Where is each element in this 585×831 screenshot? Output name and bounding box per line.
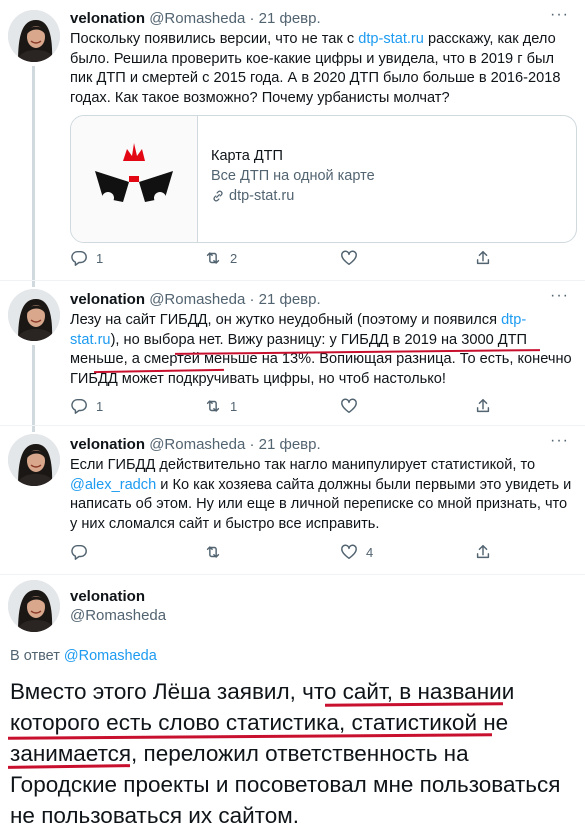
retweet-count: 2 (230, 250, 238, 266)
card-domain: dtp-stat.ru (229, 188, 295, 204)
reply-count: 1 (96, 398, 104, 414)
retweet-button[interactable]: 2 (204, 249, 237, 267)
reply-button[interactable] (70, 543, 96, 561)
tweet-date[interactable]: · 21 февр. (249, 10, 320, 27)
tweet-link[interactable]: dtp-stat.ru (358, 31, 424, 47)
like-icon (341, 250, 357, 266)
avatar[interactable] (8, 10, 60, 62)
thread-line (32, 345, 35, 425)
tweet-header: velonation @Romasheda (70, 588, 166, 624)
tweet-header: velonation @Romasheda · 21 февр. (70, 10, 321, 27)
user-handle[interactable]: @Romasheda (149, 10, 245, 27)
tweet-mention[interactable]: @alex_radch (70, 477, 156, 493)
tweet-text: Если ГИБДД действительно так нагло манип… (70, 456, 575, 534)
tweet-1[interactable]: velonation @Romasheda · 21 февр. ··· Пос… (0, 0, 585, 280)
retweet-icon (206, 400, 220, 412)
reply-count: 1 (96, 250, 104, 266)
thread-line (32, 281, 35, 287)
tweet-text-part: Если ГИБДД действительно так нагло манип… (70, 457, 536, 473)
tweet-date[interactable]: · 21 февр. (249, 291, 320, 308)
tweet-actions: 1 1 (70, 397, 510, 417)
more-icon[interactable]: ··· (550, 432, 569, 450)
reply-handle-link[interactable]: @Romasheda (64, 648, 157, 664)
reply-button[interactable]: 1 (70, 249, 103, 267)
thread-line (32, 66, 35, 280)
link-card[interactable]: Карта ДТП Все ДТП на одной карте dtp-sta… (70, 115, 577, 243)
like-count: 4 (366, 544, 374, 560)
more-icon[interactable]: ··· (550, 287, 569, 305)
share-button[interactable] (474, 249, 492, 267)
like-button[interactable] (340, 249, 366, 267)
thread-line (32, 426, 35, 432)
tweet-header: velonation @Romasheda · 21 февр. (70, 291, 321, 308)
tweet-2[interactable]: velonation @Romasheda · 21 февр. ··· Лез… (0, 281, 585, 425)
display-name[interactable]: velonation (70, 436, 145, 453)
card-domain-row: dtp-stat.ru (211, 186, 375, 206)
tweet-header: velonation @Romasheda · 21 февр. (70, 436, 321, 453)
user-handle[interactable]: @Romasheda (70, 607, 166, 624)
like-button[interactable] (340, 397, 366, 415)
retweet-button[interactable] (204, 543, 230, 561)
user-handle[interactable]: @Romasheda (149, 436, 245, 453)
card-title: Карта ДТП (211, 148, 283, 164)
share-icon (476, 250, 490, 265)
reply-icon (71, 544, 87, 560)
reply-context: В ответ @Romasheda (10, 648, 157, 664)
card-info: Карта ДТП Все ДТП на одной карте dtp-sta… (211, 146, 375, 206)
share-button[interactable] (474, 397, 492, 415)
reply-button[interactable]: 1 (70, 397, 103, 415)
avatar[interactable] (8, 434, 60, 486)
like-icon (341, 398, 357, 414)
display-name[interactable]: velonation (70, 291, 145, 308)
display-name[interactable]: velonation (70, 10, 145, 27)
user-handle[interactable]: @Romasheda (149, 291, 245, 308)
tweet-text: Поскольку появились версии, что не так с… (70, 30, 575, 108)
retweet-icon (206, 546, 220, 558)
share-icon (476, 544, 490, 559)
share-icon (476, 398, 490, 413)
retweet-icon (206, 252, 220, 264)
reply-icon (71, 398, 87, 414)
tweet-text-part: Лезу на сайт ГИБДД, он жутко неудобный (… (70, 312, 502, 328)
tweet-3[interactable]: velonation @Romasheda · 21 февр. ··· Есл… (0, 426, 585, 574)
link-icon (213, 190, 223, 202)
crash-logo-icon (95, 143, 173, 204)
more-icon[interactable]: ··· (550, 6, 569, 24)
share-button[interactable] (474, 543, 492, 561)
display-name[interactable]: velonation (70, 588, 166, 605)
tweet-text-part: ), но выбора нет. Вижу разницу: у ГИБДД … (70, 331, 572, 387)
reply-icon (71, 250, 87, 266)
tweet-text-part: Поскольку появились версии, что не так с (70, 31, 359, 47)
card-description: Все ДТП на одной карте (211, 168, 375, 184)
avatar[interactable] (8, 289, 60, 341)
tweet-actions: 4 (70, 543, 510, 563)
reply-prefix: В ответ (10, 648, 64, 664)
like-button[interactable]: 4 (340, 543, 373, 561)
avatar[interactable] (8, 580, 60, 632)
tweet-actions: 1 2 (70, 249, 510, 269)
retweet-button[interactable]: 1 (204, 397, 237, 415)
card-thumbnail (71, 116, 198, 242)
tweet-date[interactable]: · 21 февр. (249, 436, 320, 453)
main-tweet-text: Вместо этого Лёша заявил, что сайт, в на… (10, 679, 561, 828)
like-icon (341, 544, 357, 560)
retweet-count: 1 (230, 398, 238, 414)
